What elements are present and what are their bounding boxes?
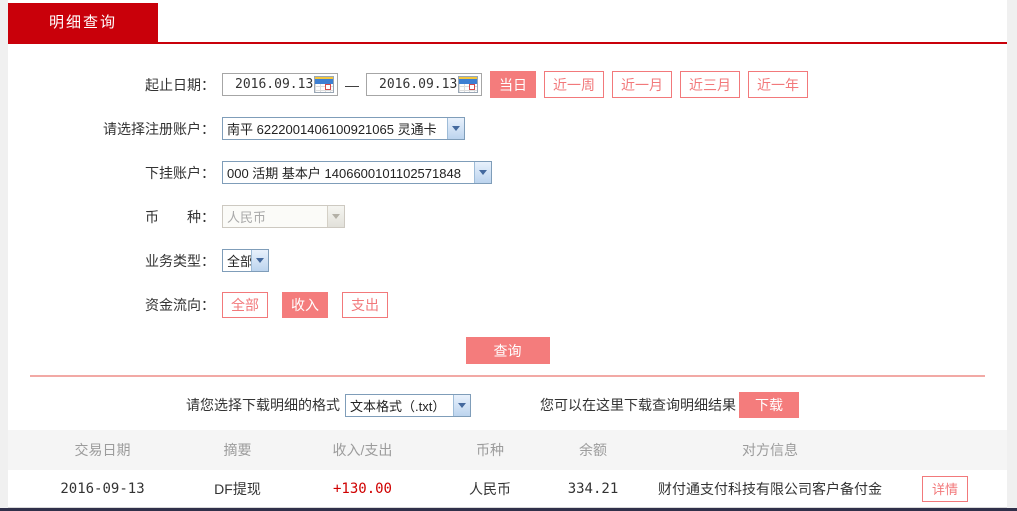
sub-account-label: 下挂账户： — [145, 164, 215, 181]
chevron-down-icon[interactable] — [447, 118, 464, 139]
sub-account-row: 下挂账户： 000 活期 基本户 1406600101102571848 — [8, 161, 1007, 184]
range-today-button[interactable]: 当日 — [490, 71, 536, 98]
cell-currency: 人民币 — [469, 480, 511, 497]
currency-row: 币 种： 人民币 — [8, 205, 1007, 228]
range-quarter-button[interactable]: 近三月 — [680, 71, 740, 98]
fund-flow-income-button[interactable]: 收入 — [282, 291, 328, 318]
header-amount: 收入/支出 — [332, 442, 393, 458]
fund-flow-label: 资金流向： — [145, 296, 215, 313]
range-year-button[interactable]: 近一年 — [748, 71, 808, 98]
sub-account-value: 000 活期 基本户 1406600101102571848 — [227, 166, 461, 181]
cell-date: 2016-09-13 — [60, 480, 145, 497]
fund-flow-row: 资金流向： 全部 收入 支出 — [8, 291, 1007, 318]
query-button-row: 查询 — [8, 337, 1007, 364]
business-type-row: 业务类型： 全部 — [8, 249, 1007, 272]
header-counterparty: 对方信息 — [742, 442, 798, 458]
currency-select: 人民币 — [222, 205, 345, 228]
register-account-select[interactable]: 南平 6222001406100921065 灵通卡 — [222, 117, 465, 140]
header-balance: 余额 — [579, 442, 607, 458]
download-format-select[interactable]: 文本格式（.txt） — [345, 393, 471, 417]
chevron-down-icon[interactable] — [474, 162, 491, 183]
tab-label: 明细查询 — [48, 14, 117, 31]
range-month-button[interactable]: 近一月 — [612, 71, 672, 98]
currency-label: 币 种： — [145, 208, 215, 225]
download-hint: 您可以在这里下载查询明细结果 — [540, 397, 736, 413]
chevron-down-icon — [327, 206, 344, 227]
sub-account-select[interactable]: 000 活期 基本户 1406600101102571848 — [222, 161, 492, 184]
header-summary: 摘要 — [223, 442, 252, 458]
date-range-label: 起止日期： — [145, 76, 215, 93]
date-separator: — — [345, 76, 359, 93]
download-format-label: 请您选择下载明细的格式 — [186, 397, 340, 413]
query-button[interactable]: 查询 — [465, 337, 550, 364]
table-row: 2016-09-13 DF提现 +130.00 人民币 334.21 财付通支付… — [8, 470, 1007, 508]
query-form: 起止日期： 2016.09.13 — 2016.09.13 当日 近一周 近一月… — [8, 44, 1007, 418]
register-account-label: 请选择注册账户： — [103, 120, 215, 137]
date-range-row: 起止日期： 2016.09.13 — 2016.09.13 当日 近一周 近一月… — [8, 71, 1007, 98]
header-date: 交易日期 — [74, 442, 131, 458]
currency-value: 人民币 — [227, 210, 267, 225]
table-header-row: 交易日期 摘要 收入/支出 币种 余额 对方信息 — [8, 430, 1007, 470]
register-account-value: 南平 6222001406100921065 灵通卡 — [227, 122, 437, 137]
tab-detail-query[interactable]: 明细查询 — [8, 3, 158, 42]
date-to-value: 2016.09.13 — [379, 77, 458, 92]
section-divider — [30, 375, 985, 377]
cell-balance: 334.21 — [567, 480, 619, 497]
cell-summary: DF提现 — [214, 480, 261, 497]
download-button[interactable]: 下载 — [739, 392, 799, 418]
date-to-input[interactable]: 2016.09.13 — [366, 73, 482, 96]
business-type-label: 业务类型： — [145, 252, 215, 269]
cell-amount: +130.00 — [332, 480, 392, 497]
calendar-icon[interactable] — [314, 76, 334, 93]
fund-flow-all-button[interactable]: 全部 — [222, 291, 268, 318]
download-format-value: 文本格式（.txt） — [350, 398, 446, 414]
results-table: 交易日期 摘要 收入/支出 币种 余额 对方信息 2016-09-13 DF提现… — [8, 430, 1007, 508]
chevron-down-icon[interactable] — [453, 394, 470, 416]
date-from-value: 2016.09.13 — [235, 77, 314, 92]
business-type-select[interactable]: 全部 — [222, 249, 269, 272]
cell-counterparty: 财付通支付科技有限公司客户备付金 — [658, 480, 882, 497]
download-row: 请您选择下载明细的格式 文本格式（.txt） 您可以在这里下载查询明细结果 下载 — [8, 392, 1007, 418]
content-panel: 明细查询 起止日期： 2016.09.13 — 2016.09.13 当日 近一… — [8, 0, 1007, 511]
date-from-input[interactable]: 2016.09.13 — [222, 73, 338, 96]
business-type-value: 全部 — [227, 254, 251, 269]
register-account-row: 请选择注册账户： 南平 6222001406100921065 灵通卡 — [8, 117, 1007, 140]
chevron-down-icon[interactable] — [251, 250, 268, 271]
range-week-button[interactable]: 近一周 — [544, 71, 604, 98]
detail-button[interactable]: 详情 — [922, 475, 968, 502]
header-currency: 币种 — [476, 442, 504, 458]
calendar-icon[interactable] — [458, 76, 478, 93]
fund-flow-expense-button[interactable]: 支出 — [342, 291, 388, 318]
